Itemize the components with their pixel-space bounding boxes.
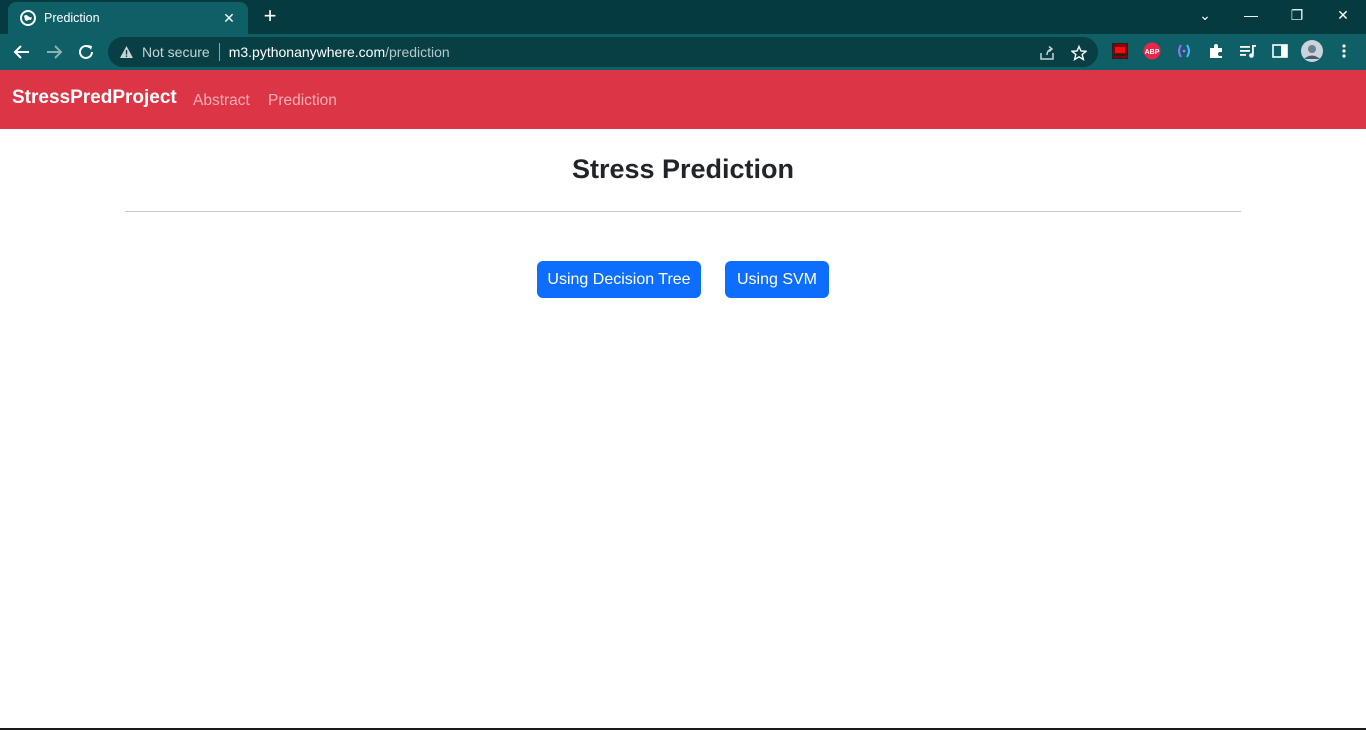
url-host: m3.pythonanywhere.com [228, 44, 386, 60]
browser-tab-strip: Prediction ✕ + ⌄ — ❐ ✕ [0, 0, 1366, 34]
back-arrow-icon[interactable] [10, 40, 34, 64]
forward-arrow-icon[interactable] [42, 40, 66, 64]
profile-avatar[interactable] [1301, 40, 1323, 62]
nav-link-abstract[interactable]: Abstract [193, 92, 250, 110]
restore-button[interactable]: ❐ [1285, 4, 1309, 26]
warning-icon[interactable] [118, 44, 134, 60]
address-bar[interactable]: Not secure m3.pythonanywhere.com /predic… [108, 37, 1098, 67]
browser-tab[interactable]: Prediction ✕ [8, 2, 248, 34]
divider [125, 211, 1241, 212]
security-status[interactable]: Not secure [142, 44, 210, 60]
close-window-button[interactable]: ✕ [1331, 4, 1355, 26]
extension-brackets-icon[interactable] [1175, 42, 1193, 60]
reload-icon[interactable] [74, 40, 98, 64]
url-path: /prediction [385, 44, 450, 60]
browser-toolbar: Not secure m3.pythonanywhere.com /predic… [0, 34, 1366, 70]
star-icon[interactable] [1070, 44, 1088, 62]
decision-tree-button[interactable]: Using Decision Tree [537, 261, 701, 298]
puzzle-icon[interactable] [1207, 42, 1225, 60]
side-panel-icon[interactable] [1271, 42, 1289, 60]
svm-button[interactable]: Using SVM [725, 261, 829, 298]
extension-red-icon[interactable] [1111, 42, 1129, 60]
site-navbar: StressPredProject Abstract Prediction [0, 70, 1366, 129]
page-title: Stress Prediction [571, 154, 795, 184]
media-icon[interactable] [1239, 42, 1257, 60]
share-icon[interactable] [1038, 44, 1056, 62]
adblock-plus-icon[interactable]: ABP [1143, 42, 1161, 60]
globe-icon [20, 10, 36, 26]
navbar-brand[interactable]: StressPredProject [12, 87, 177, 109]
svg-text:ABP: ABP [1145, 49, 1160, 56]
tab-search-icon[interactable]: ⌄ [1193, 4, 1217, 26]
minimize-button[interactable]: — [1239, 4, 1263, 26]
nav-link-prediction[interactable]: Prediction [268, 92, 337, 110]
tab-close-icon[interactable]: ✕ [220, 10, 238, 27]
menu-dots-icon[interactable] [1335, 42, 1353, 60]
omnibox-divider [218, 43, 220, 61]
tab-title: Prediction [44, 11, 100, 25]
new-tab-button[interactable]: + [258, 5, 282, 28]
